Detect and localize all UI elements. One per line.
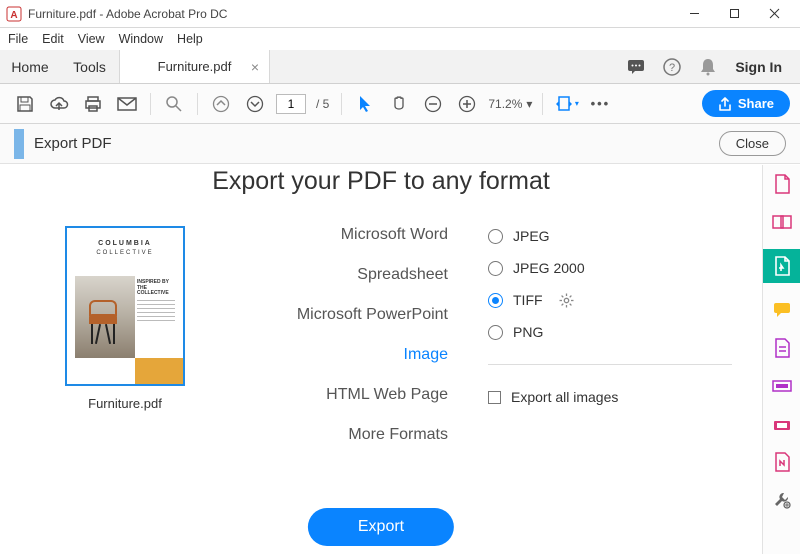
- zoom-out-icon[interactable]: [418, 89, 448, 119]
- close-panel-button[interactable]: Close: [719, 131, 786, 156]
- toolbar: / 5 71.2%▾ ▾ ••• Share: [0, 84, 800, 124]
- format-list: Microsoft Word Spreadsheet Microsoft Pow…: [250, 226, 460, 444]
- tab-close-icon[interactable]: ×: [251, 59, 259, 75]
- tab-tools[interactable]: Tools: [60, 50, 120, 83]
- rail-protect-icon[interactable]: [771, 413, 793, 435]
- image-options: JPEG JPEG 2000 TIFF PNG Export all image…: [460, 226, 762, 444]
- radio-jpeg2000[interactable]: JPEG 2000: [488, 260, 762, 276]
- format-word[interactable]: Microsoft Word: [341, 226, 448, 244]
- checkbox-export-all[interactable]: Export all images: [488, 389, 762, 405]
- right-rail: [762, 165, 800, 554]
- menu-help[interactable]: Help: [177, 32, 203, 46]
- divider: [488, 364, 732, 365]
- radio-tiff[interactable]: TIFF: [488, 292, 762, 308]
- bell-icon[interactable]: [699, 58, 717, 76]
- mail-icon[interactable]: [112, 89, 142, 119]
- menu-file[interactable]: File: [8, 32, 28, 46]
- title-bar: A Furniture.pdf - Adobe Acrobat Pro DC: [0, 0, 800, 28]
- sign-in-button[interactable]: Sign In: [735, 59, 782, 75]
- rail-organize-icon[interactable]: [771, 337, 793, 359]
- more-icon[interactable]: •••: [585, 89, 615, 119]
- tab-home[interactable]: Home: [0, 50, 60, 83]
- page-number-input[interactable]: [276, 94, 306, 114]
- window-title: Furniture.pdf - Adobe Acrobat Pro DC: [28, 7, 674, 21]
- help-icon[interactable]: ?: [663, 58, 681, 76]
- hand-icon[interactable]: [384, 89, 414, 119]
- svg-text:?: ?: [669, 62, 675, 74]
- rail-combine-icon[interactable]: [771, 211, 793, 233]
- format-spreadsheet[interactable]: Spreadsheet: [357, 266, 448, 284]
- radio-jpeg[interactable]: JPEG: [488, 228, 762, 244]
- menu-bar: File Edit View Window Help: [0, 28, 800, 50]
- share-icon: [718, 97, 732, 111]
- menu-window[interactable]: Window: [119, 32, 163, 46]
- pointer-icon[interactable]: [350, 89, 380, 119]
- tab-document[interactable]: Furniture.pdf ×: [120, 50, 270, 83]
- zoom-in-icon[interactable]: [452, 89, 482, 119]
- rail-comment-icon[interactable]: [771, 299, 793, 321]
- radio-png[interactable]: PNG: [488, 324, 762, 340]
- tab-document-label: Furniture.pdf: [158, 59, 232, 74]
- export-button[interactable]: Export: [308, 508, 454, 546]
- gear-icon[interactable]: [559, 293, 574, 308]
- tab-strip: Home Tools Furniture.pdf × ? Sign In: [0, 50, 800, 84]
- document-thumbnail[interactable]: COLUMBIA COLLECTIVE INSPIRED BY THE COLL…: [65, 226, 185, 386]
- format-html[interactable]: HTML Web Page: [326, 386, 448, 404]
- menu-view[interactable]: View: [78, 32, 105, 46]
- rail-export-pdf-icon[interactable]: [763, 249, 800, 283]
- panel-title: Export PDF: [34, 135, 112, 152]
- app-icon: A: [6, 6, 22, 22]
- save-icon[interactable]: [10, 89, 40, 119]
- menu-edit[interactable]: Edit: [42, 32, 64, 46]
- panel-bar: Export PDF Close: [0, 124, 800, 164]
- thumbnail-label: Furniture.pdf: [88, 396, 162, 411]
- format-more[interactable]: More Formats: [348, 426, 448, 444]
- rail-create-pdf-icon[interactable]: [771, 173, 793, 195]
- fit-width-icon[interactable]: ▾: [551, 89, 581, 119]
- comment-icon[interactable]: [627, 58, 645, 76]
- rail-optimize-icon[interactable]: [771, 451, 793, 473]
- page-total: / 5: [316, 97, 329, 111]
- format-image[interactable]: Image: [404, 346, 448, 364]
- print-icon[interactable]: [78, 89, 108, 119]
- export-headline: Export your PDF to any format: [212, 167, 550, 196]
- svg-text:A: A: [10, 10, 17, 21]
- close-window-button[interactable]: [754, 1, 794, 27]
- rail-redact-icon[interactable]: [771, 375, 793, 397]
- export-panel: Export your PDF to any format COLUMBIA C…: [0, 165, 762, 554]
- rail-more-tools-icon[interactable]: [771, 489, 793, 511]
- minimize-button[interactable]: [674, 1, 714, 27]
- zoom-level[interactable]: 71.2%▾: [488, 97, 532, 111]
- format-powerpoint[interactable]: Microsoft PowerPoint: [297, 306, 448, 324]
- share-button[interactable]: Share: [702, 90, 790, 117]
- maximize-button[interactable]: [714, 1, 754, 27]
- panel-handle[interactable]: [14, 129, 24, 159]
- caret-down-icon: ▾: [526, 97, 532, 111]
- cloud-icon[interactable]: [44, 89, 74, 119]
- search-icon[interactable]: [159, 89, 189, 119]
- page-down-icon[interactable]: [240, 89, 270, 119]
- page-up-icon[interactable]: [206, 89, 236, 119]
